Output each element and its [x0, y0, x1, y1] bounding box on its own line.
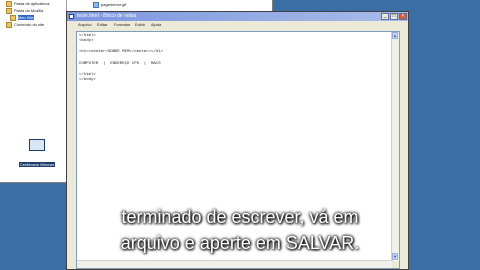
- folder-icon: [6, 22, 12, 28]
- menu-exibir[interactable]: Exibir: [135, 21, 145, 29]
- file-item[interactable]: pagemenor.gif: [93, 2, 126, 8]
- menu-ajuda[interactable]: Ajuda: [151, 21, 161, 29]
- horizontal-scrollbar[interactable]: [77, 260, 393, 268]
- menu-arquivo[interactable]: Arquivo: [78, 21, 92, 29]
- menu-bar: Arquivo Editar Formatar Exibir Ajuda: [67, 21, 408, 29]
- subtitle-line-1: terminado de escrever, vá em: [121, 207, 359, 227]
- minimize-button[interactable]: _: [381, 13, 389, 20]
- scroll-up-icon[interactable]: ▲: [392, 32, 398, 39]
- folder-icon: [6, 8, 12, 14]
- code-line: </body>: [79, 78, 96, 82]
- folder-icon: [6, 1, 12, 7]
- title-bar[interactable]: teste.html - Bloco de notas _ □ ×: [67, 12, 408, 21]
- subtitle-line-2: arquivo e aperte em SALVAR.: [120, 233, 360, 253]
- desktop-icon[interactable]: Certificado Whonar: [17, 139, 57, 171]
- certificate-icon: [29, 139, 45, 151]
- folder-icon: [10, 15, 16, 21]
- tree-item-selected[interactable]: Meu Site: [10, 15, 34, 21]
- resize-grip-icon[interactable]: [392, 261, 399, 268]
- scroll-down-icon[interactable]: ▼: [392, 253, 398, 260]
- window-title: teste.html - Bloco de notas: [77, 13, 137, 19]
- image-file-icon: [93, 2, 99, 8]
- desktop: Pasta de aplicativos Pasta do Mozilla Me…: [0, 0, 480, 270]
- tree-item[interactable]: Pasta de aplicativos: [6, 1, 50, 7]
- code-line: COMPUTER | ENDEREÇO IPS | MACS: [79, 62, 161, 66]
- menu-formatar[interactable]: Formatar: [114, 21, 130, 29]
- tree-item[interactable]: Conteúdo do site: [6, 22, 44, 28]
- menu-editar[interactable]: Editar: [97, 21, 107, 29]
- notepad-icon: [69, 14, 74, 19]
- code-line: <h1><center>SOBRE MIM</center></h1>: [79, 50, 164, 54]
- tree-item[interactable]: Pasta do Mozilla: [6, 8, 43, 14]
- code-line: <body>: [79, 39, 94, 43]
- close-button[interactable]: ×: [399, 13, 407, 20]
- maximize-button[interactable]: □: [390, 13, 398, 20]
